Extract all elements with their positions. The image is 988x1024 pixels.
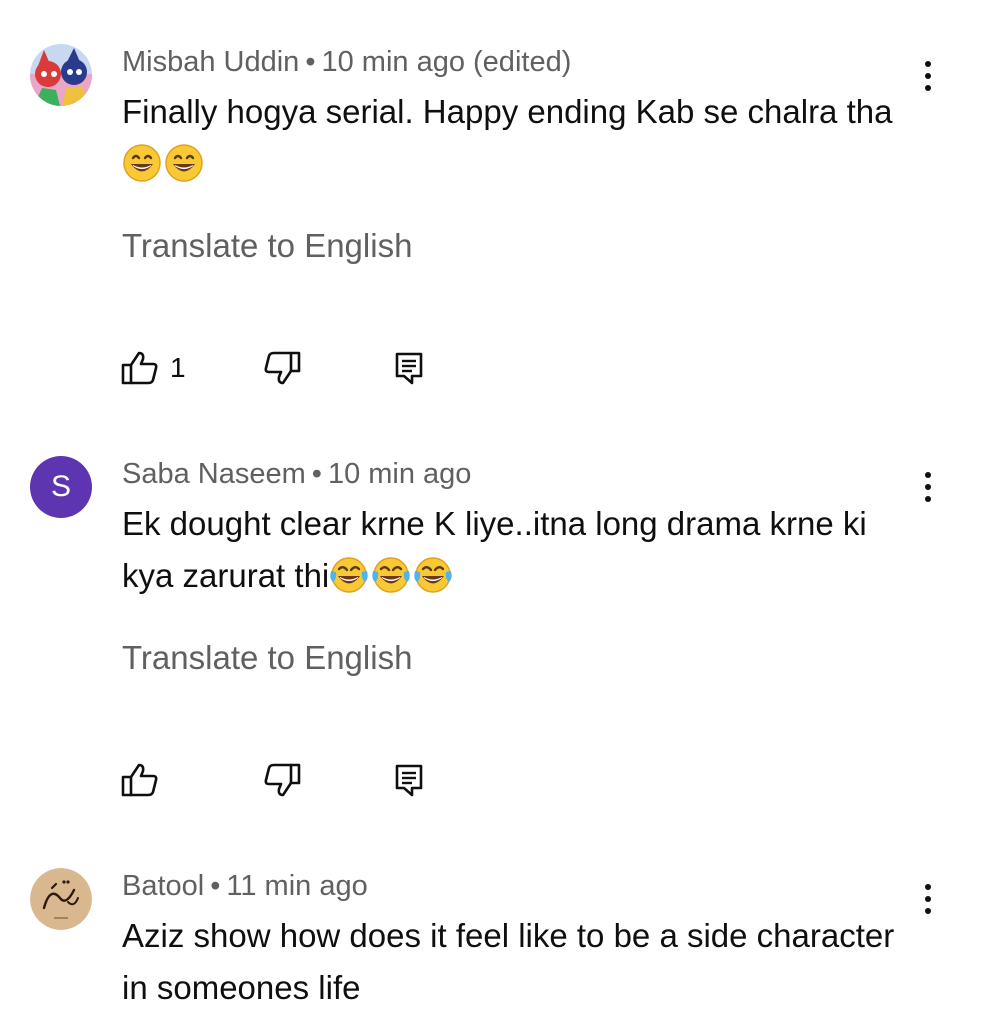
like-button[interactable] — [120, 760, 160, 800]
author-name[interactable]: Batool — [122, 870, 204, 902]
thumbs-down-icon — [264, 351, 301, 385]
comment-body: Finally hogya serial. Happy ending Kab s… — [122, 93, 893, 130]
separator: • — [305, 46, 316, 78]
avatar[interactable]: S — [30, 456, 92, 518]
dislike-button[interactable] — [262, 760, 302, 800]
reply-button[interactable] — [392, 348, 426, 388]
reply-comment-icon — [395, 352, 423, 385]
tears-of-joy-emoji — [414, 557, 452, 593]
comment-time: 11 min ago — [226, 870, 368, 902]
author-name[interactable]: Misbah Uddin — [122, 46, 299, 78]
comment-text: Aziz show how does it feel like to be a … — [122, 910, 922, 1014]
grinning-face-emoji — [165, 144, 203, 182]
reply-button[interactable] — [392, 760, 426, 800]
grinning-face-emoji — [123, 144, 161, 182]
avatar[interactable] — [30, 868, 92, 930]
separator: • — [210, 870, 221, 902]
comment-meta: Misbah Uddin • 10 min ago (edited) — [122, 46, 571, 79]
comment-text: Finally hogya serial. Happy ending Kab s… — [122, 86, 922, 190]
translate-link[interactable]: Translate to English — [122, 227, 412, 265]
comment-meta: Saba Naseem • 10 min ago — [122, 458, 471, 491]
avatar[interactable] — [30, 44, 92, 106]
translate-link[interactable]: Translate to English — [122, 639, 412, 677]
dislike-button[interactable] — [262, 348, 302, 388]
like-button[interactable]: 1 — [120, 348, 186, 388]
like-count: 1 — [170, 352, 186, 383]
comment-meta: Batool • 11 min ago — [122, 870, 368, 903]
tears-of-joy-emoji — [330, 557, 368, 593]
thumbs-up-icon — [121, 351, 158, 385]
thumbs-down-icon — [264, 763, 301, 797]
comment-body: Aziz show how does it feel like to be a … — [122, 917, 895, 1006]
reply-comment-icon — [395, 764, 423, 797]
comment-body: Ek dought clear krne K liye..itna long d… — [122, 505, 867, 594]
avatar-letter: S — [50, 470, 71, 503]
thumbs-up-icon — [121, 763, 158, 797]
author-name[interactable]: Saba Naseem — [122, 458, 306, 490]
separator: • — [311, 458, 322, 490]
tears-of-joy-emoji — [372, 557, 410, 593]
comment-time: 10 min ago — [327, 458, 472, 490]
comment-text: Ek dought clear krne K liye..itna long d… — [122, 498, 922, 602]
comment-time: 10 min ago (edited) — [321, 46, 572, 78]
